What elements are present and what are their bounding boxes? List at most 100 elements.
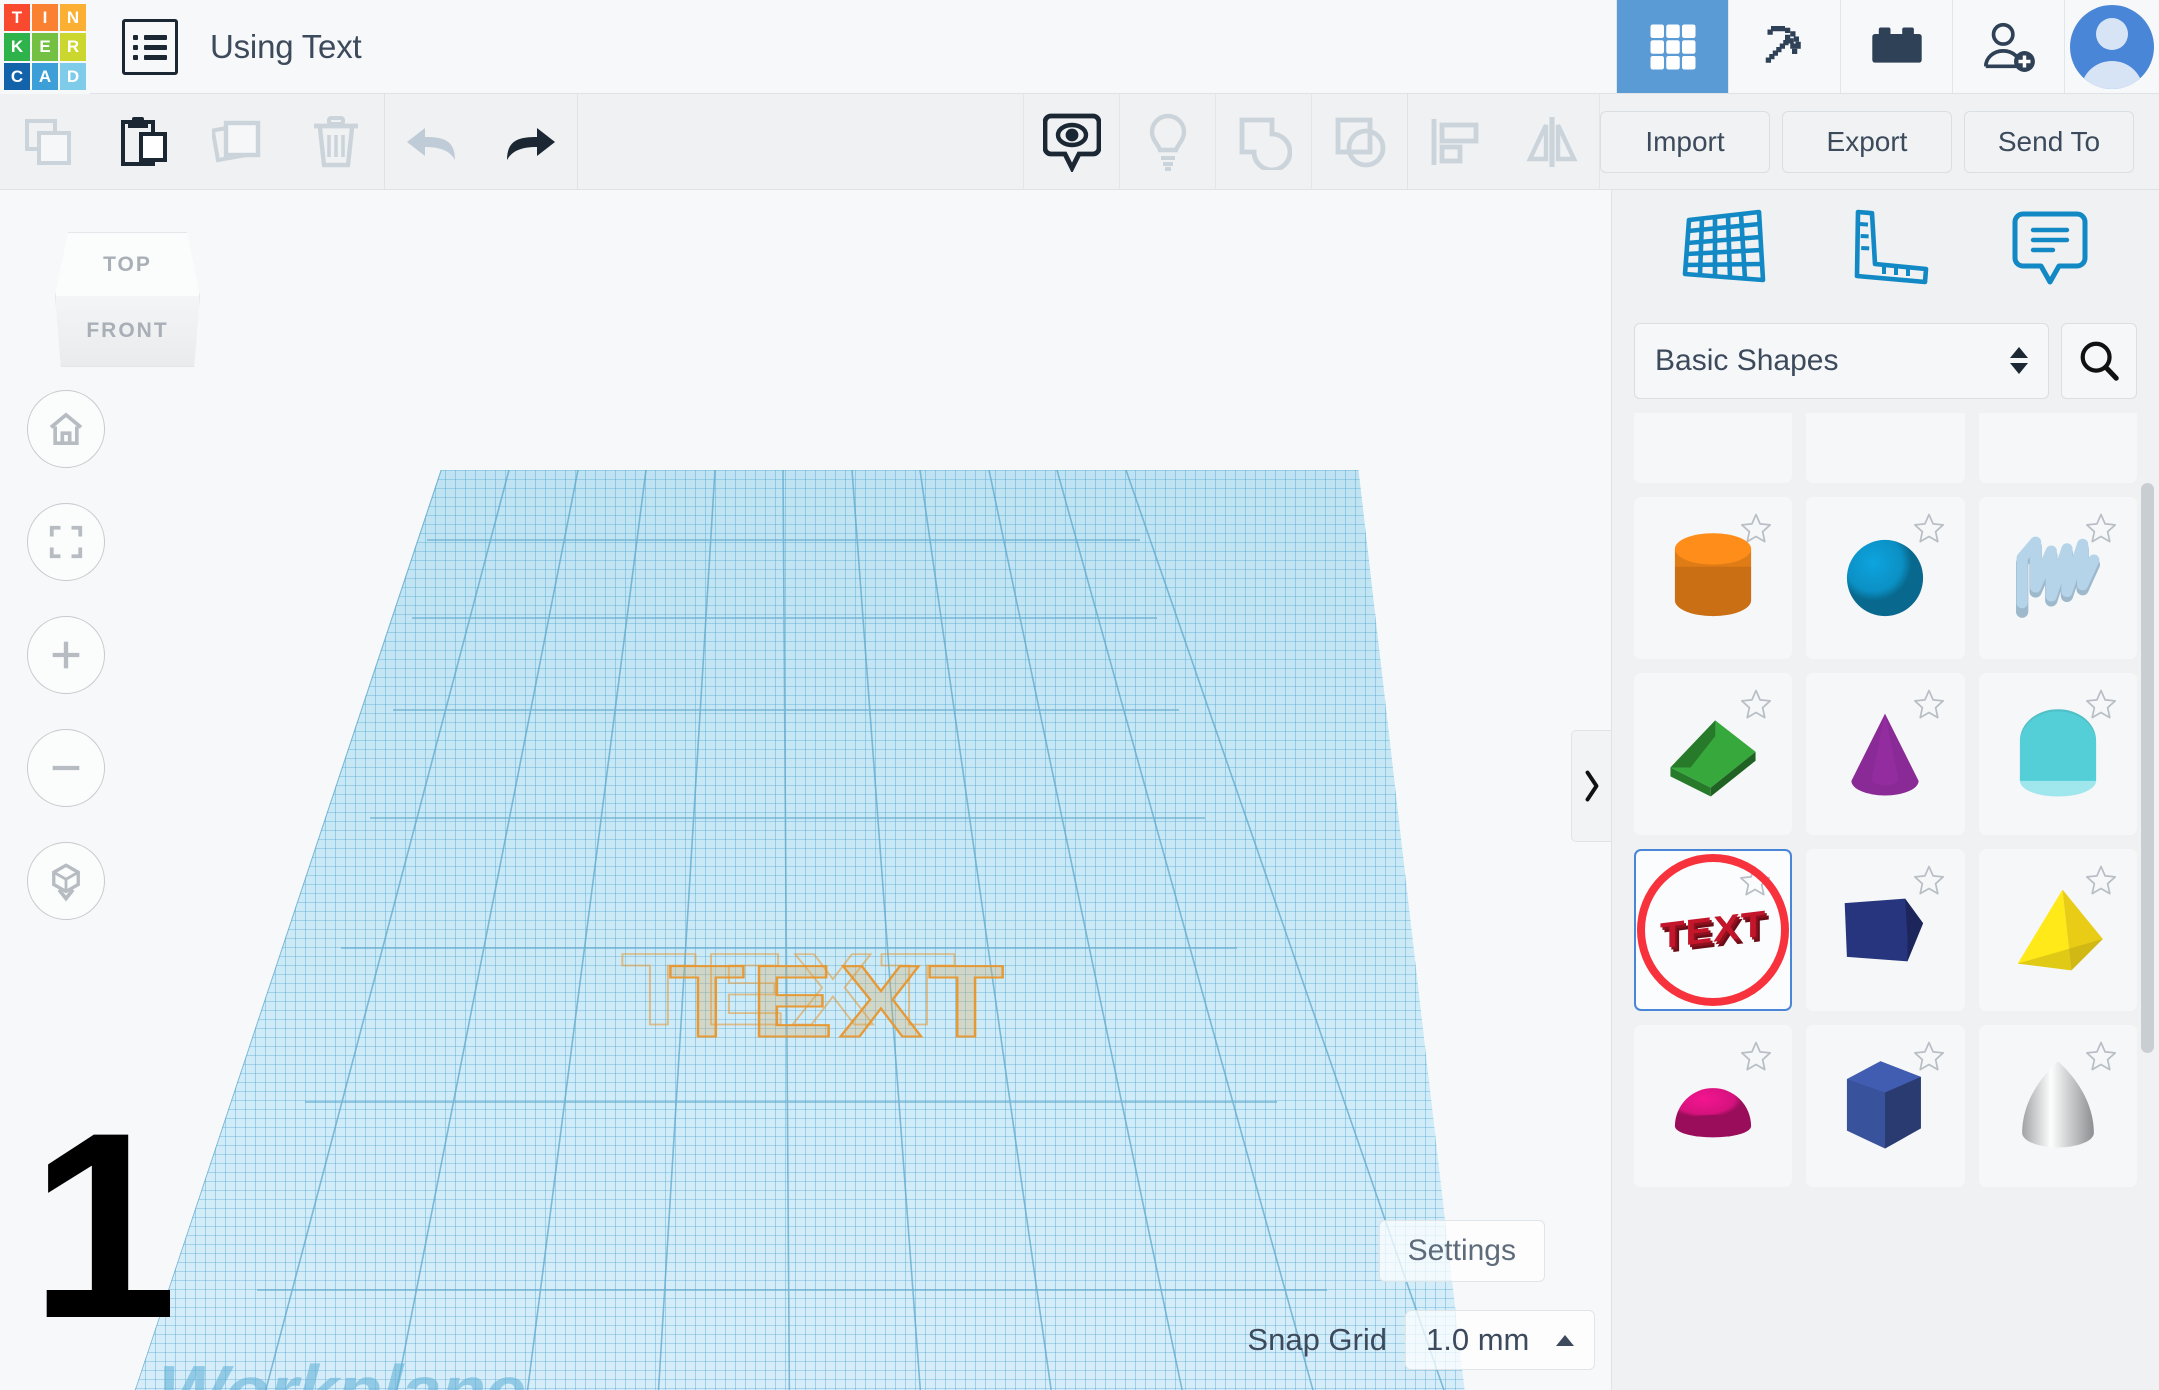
logo-tile: N xyxy=(60,4,86,31)
topbar-spacer xyxy=(361,0,1616,93)
spinner-arrows-icon xyxy=(2010,347,2028,374)
shape-tile-scribble[interactable] xyxy=(1979,497,2137,659)
view-cube-top-face[interactable]: TOP xyxy=(55,232,200,296)
group-shapes-icon xyxy=(1236,114,1292,170)
shape-thumbnail xyxy=(1829,413,1941,458)
snap-grid-control: Snap Grid 1.0 mm xyxy=(1247,1310,1595,1370)
invite-people-button[interactable] xyxy=(1952,0,2064,93)
undo-button[interactable] xyxy=(385,94,481,190)
trash-icon xyxy=(311,115,361,169)
viewport-nav-controls xyxy=(27,390,105,920)
shape-thumbnail xyxy=(1829,522,1941,634)
shape-category-value: Basic Shapes xyxy=(1655,344,1838,378)
box-arrow-icon xyxy=(45,860,87,902)
paste-button[interactable] xyxy=(96,94,192,190)
shape-thumbnail xyxy=(2002,874,2114,986)
ungroup-button[interactable] xyxy=(1311,94,1407,190)
snap-grid-value: 1.0 mm xyxy=(1426,1322,1529,1358)
show-hide-button[interactable] xyxy=(1023,94,1119,190)
shape-tile-roof-teal[interactable] xyxy=(1979,673,2137,835)
shape-tile-half-sphere[interactable] xyxy=(1634,1025,1792,1187)
view-cube[interactable]: TOP FRONT xyxy=(55,232,200,367)
user-account-button[interactable] xyxy=(2064,0,2159,93)
edit-toolbar: Import Export Send To xyxy=(0,94,2159,190)
hamburger-list-icon[interactable] xyxy=(122,19,178,75)
undo-arrow-icon xyxy=(403,118,463,166)
shape-search-button[interactable] xyxy=(2061,323,2137,399)
group-button[interactable] xyxy=(1215,94,1311,190)
ungroup-shapes-icon xyxy=(1332,114,1388,170)
toggle-ortho-perspective-button[interactable] xyxy=(27,842,105,920)
shape-tile-shape-navy[interactable] xyxy=(1806,849,1964,1011)
highlight-button[interactable] xyxy=(1119,94,1215,190)
snap-grid-label: Snap Grid xyxy=(1247,1322,1387,1358)
shape-thumbnail xyxy=(1829,1050,1941,1162)
redo-arrow-icon xyxy=(499,118,559,166)
workplane-major-gridlines xyxy=(105,470,1475,1390)
pickaxe-icon xyxy=(1757,19,1813,75)
shape-tile-box-red[interactable] xyxy=(1979,413,2137,483)
logo-tile: C xyxy=(4,63,30,90)
delete-button[interactable] xyxy=(288,94,384,190)
shape-thumbnail xyxy=(2002,1050,2114,1162)
eye-bubble-icon xyxy=(1043,112,1101,172)
shape-tile-box-hole[interactable] xyxy=(1634,413,1792,483)
mirror-button[interactable] xyxy=(1504,94,1600,190)
fit-to-view-button[interactable] xyxy=(27,503,105,581)
caret-up-icon xyxy=(1556,1335,1574,1346)
design-viewport[interactable]: TOP FRONT xyxy=(0,190,1611,1390)
shape-tile-pyramid-yellow[interactable] xyxy=(1979,849,2137,1011)
shape-tile-cylinder-hole[interactable] xyxy=(1806,413,1964,483)
shape-tile-paraboloid[interactable] xyxy=(1979,1025,2137,1187)
shape-thumbnail xyxy=(1829,698,1941,810)
tinkercad-logo[interactable]: T I N K E R C A D xyxy=(0,0,90,94)
align-icon xyxy=(1428,115,1484,169)
workplane-tool-button[interactable] xyxy=(1681,206,1769,293)
ruler-tool-button[interactable] xyxy=(1846,206,1932,293)
home-view-button[interactable] xyxy=(27,390,105,468)
settings-button[interactable]: Settings xyxy=(1379,1220,1545,1282)
duplicate-button[interactable] xyxy=(192,94,288,190)
note-bubble-icon xyxy=(2009,206,2091,288)
shape-category-select[interactable]: Basic Shapes xyxy=(1634,323,2049,399)
chevron-right-icon xyxy=(1582,768,1602,804)
align-button[interactable] xyxy=(1408,94,1504,190)
collapse-panel-button[interactable] xyxy=(1571,730,1611,842)
panel-scrollbar[interactable] xyxy=(2141,483,2154,1053)
snap-grid-select[interactable]: 1.0 mm xyxy=(1405,1310,1595,1370)
shape-grid: TEXT xyxy=(1634,413,2137,1187)
redo-button[interactable] xyxy=(481,94,577,190)
workplane-label: Workplane xyxy=(154,1349,528,1390)
logo-tile: K xyxy=(4,33,30,60)
copy-button[interactable] xyxy=(0,94,96,190)
send-to-button[interactable]: Send To xyxy=(1964,111,2134,173)
shape-grid-container[interactable]: TEXT xyxy=(1612,413,2159,1390)
import-button[interactable]: Import xyxy=(1600,111,1770,173)
duplicate-icon xyxy=(212,116,268,168)
workplane-grid-icon xyxy=(1681,206,1769,288)
shape-thumbnail xyxy=(2002,413,2114,458)
mode-3d-design-button[interactable] xyxy=(1616,0,1728,93)
zoom-out-button[interactable] xyxy=(27,729,105,807)
shape-tile-hex-prism[interactable] xyxy=(1806,1025,1964,1187)
shape-tile-wedge-green[interactable] xyxy=(1634,673,1792,835)
top-bar: T I N K E R C A D Using Text xyxy=(0,0,2159,94)
panel-tool-icons xyxy=(1612,190,2159,308)
logo-tile: I xyxy=(32,4,58,31)
shape-tile-text-red[interactable]: TEXT xyxy=(1634,849,1792,1011)
zoom-in-button[interactable] xyxy=(27,616,105,694)
note-tool-button[interactable] xyxy=(2009,206,2091,293)
mode-bricks-button[interactable] xyxy=(1840,0,1952,93)
home-icon xyxy=(46,409,86,449)
shape-thumbnail xyxy=(1657,1050,1769,1162)
shape-thumbnail xyxy=(1829,874,1941,986)
view-cube-front-face[interactable]: FRONT xyxy=(55,296,200,367)
shape-tile-sphere-blue[interactable] xyxy=(1806,497,1964,659)
shape-tile-cone-purple[interactable] xyxy=(1806,673,1964,835)
mode-minecraft-button[interactable] xyxy=(1728,0,1840,93)
shape-tile-cylinder-orange[interactable] xyxy=(1634,497,1792,659)
workplane[interactable]: Workplane xyxy=(105,470,1475,1390)
plus-icon xyxy=(46,635,86,675)
export-button[interactable]: Export xyxy=(1782,111,1952,173)
placed-text-object[interactable]: TEXT TEXT xyxy=(612,932,1067,1072)
